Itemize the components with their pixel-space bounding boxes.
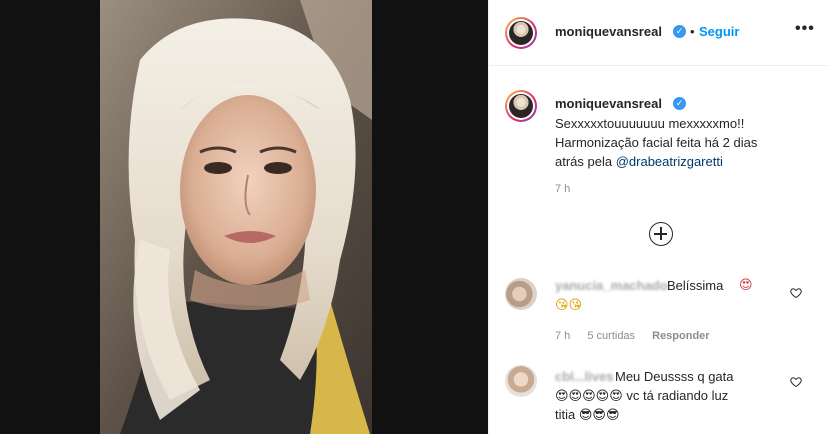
post-caption: Sexxxxxtouuuuuuu mexxxxxmo!! Harmonizaçã… bbox=[555, 114, 805, 171]
caption-line: atrás pela @drabeatrizgaretti bbox=[555, 152, 805, 171]
post-header: moniquevansreal ✓ • Seguir ••• bbox=[489, 0, 828, 66]
post-photo[interactable] bbox=[100, 0, 372, 434]
post-timestamp[interactable]: 7 h bbox=[555, 183, 570, 195]
comment-meta: 7 h 5 curtidas Responder bbox=[555, 330, 724, 342]
commenter-avatar[interactable] bbox=[505, 365, 537, 397]
separator-dot: • bbox=[690, 24, 695, 39]
follow-button[interactable]: Seguir bbox=[699, 24, 739, 39]
heart-outline-icon[interactable] bbox=[790, 287, 802, 299]
portrait-image bbox=[100, 0, 372, 434]
caption-text: atrás pela bbox=[555, 154, 616, 169]
reply-button[interactable]: Responder bbox=[652, 330, 709, 342]
comment-text: 😍😍😍😍😍 vc tá radiando luz bbox=[555, 388, 729, 403]
more-options-icon[interactable]: ••• bbox=[795, 20, 815, 38]
comment-text: Meu Deussss q gata bbox=[615, 369, 734, 384]
mention-link[interactable]: @drabeatrizgaretti bbox=[616, 154, 723, 169]
post-media-pane bbox=[0, 0, 488, 434]
author-avatar[interactable] bbox=[505, 17, 537, 49]
caption-line: Harmonização facial feita há 2 dias bbox=[555, 135, 758, 150]
caption-author-avatar[interactable] bbox=[505, 90, 537, 122]
heart-outline-icon[interactable] bbox=[790, 376, 802, 388]
comment-text: titia 😎😎😎 bbox=[555, 407, 620, 422]
plus-circle-icon[interactable] bbox=[649, 222, 673, 246]
author-username[interactable]: moniquevansreal bbox=[555, 24, 662, 39]
comment-emoji: 😘😘 bbox=[555, 298, 583, 313]
commenter-avatar[interactable] bbox=[505, 278, 537, 310]
comment-likes[interactable]: 5 curtidas bbox=[587, 330, 635, 342]
commenter-username[interactable]: yanucia_machado bbox=[555, 278, 668, 293]
post-side-panel: moniquevansreal ✓ • Seguir ••• moniqueva… bbox=[488, 0, 828, 434]
caption-line: Sexxxxxtouuuuuuu mexxxxxmo!! bbox=[555, 116, 745, 131]
comment-time[interactable]: 7 h bbox=[555, 330, 570, 342]
caption-author-username[interactable]: moniquevansreal bbox=[555, 96, 662, 111]
comment-emoji: 😍 bbox=[739, 278, 753, 293]
verified-badge-icon: ✓ bbox=[673, 25, 686, 38]
commenter-username[interactable]: cbl...lives bbox=[555, 369, 614, 384]
verified-badge-icon: ✓ bbox=[673, 97, 686, 110]
comment-text: Belíssima bbox=[667, 278, 724, 293]
